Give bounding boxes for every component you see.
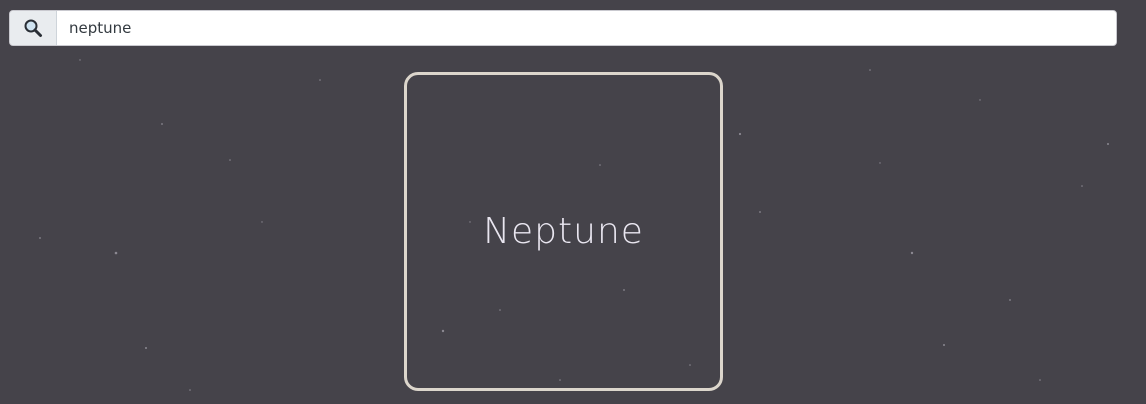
search-icon bbox=[24, 19, 42, 37]
search-button[interactable] bbox=[10, 11, 57, 45]
search-input[interactable] bbox=[57, 11, 1116, 45]
planet-card-neptune[interactable]: Neptune bbox=[404, 72, 723, 391]
search-bar bbox=[9, 10, 1117, 46]
planet-name-label: Neptune bbox=[483, 211, 644, 252]
